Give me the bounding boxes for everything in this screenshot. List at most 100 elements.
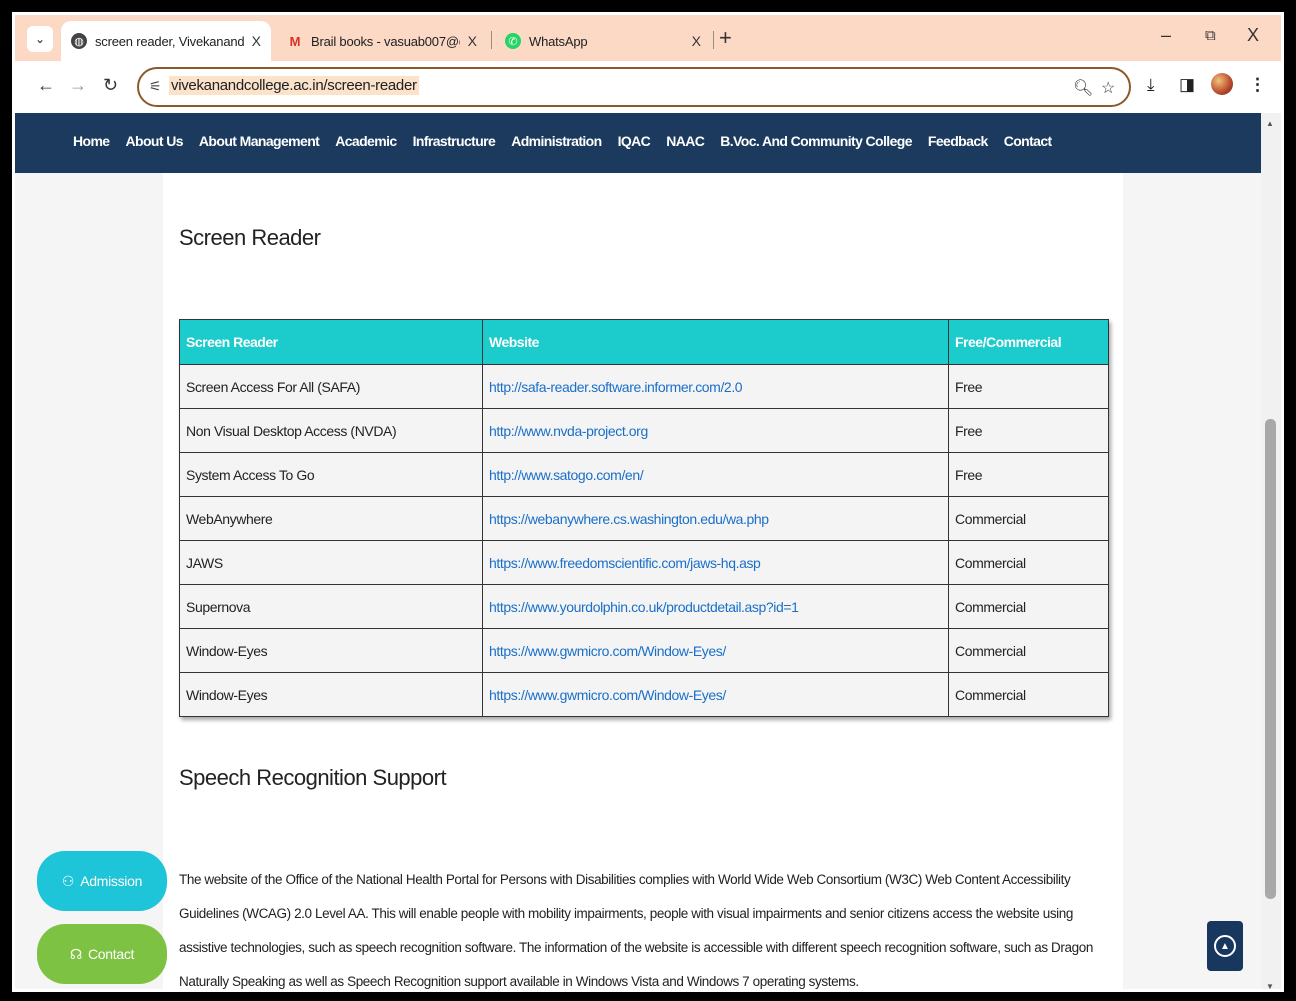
column-header: Screen Reader (179, 319, 483, 365)
url-text[interactable]: vivekanandcollege.ac.in/screen-reader (169, 76, 419, 95)
website-link[interactable]: http://www.nvda-project.org (482, 408, 949, 453)
website-link[interactable]: http://www.satogo.com/en/ (482, 452, 949, 497)
table-row: Non Visual Desktop Access (NVDA) http://w… (179, 408, 1109, 453)
scroll-down-arrow-icon[interactable]: ▼ (1266, 982, 1274, 989)
reader-name-cell: Window-Eyes (179, 672, 483, 717)
tab-whatsapp[interactable]: ✆ WhatsApp X (495, 21, 711, 61)
reader-name-cell: WebAnywhere (179, 496, 483, 541)
page-title: Screen Reader (179, 225, 321, 250)
close-window-button[interactable]: X (1247, 25, 1259, 46)
close-tab-icon[interactable]: X (252, 33, 261, 49)
tab-screen-reader[interactable]: ◍ screen reader, Vivekanand Colle X (61, 21, 271, 61)
scroll-up-arrow-icon[interactable]: ▲ (1266, 119, 1274, 128)
screen-reader-table: Screen Reader Website Free/Commercial Sc… (179, 319, 1109, 717)
license-cell: Free (948, 364, 1109, 409)
download-icon[interactable]: ⤓ (1147, 75, 1155, 95)
zoom-icon[interactable]: 🔍︎ (1073, 78, 1093, 98)
browser-window: ⌄ ◍ screen reader, Vivekanand Colle X M … (12, 12, 1284, 992)
license-cell: Free (948, 452, 1109, 497)
scroll-to-top-button[interactable]: ▲ (1207, 921, 1243, 971)
nav-item-about-management[interactable]: About Management (199, 133, 320, 149)
reader-name-cell: Non Visual Desktop Access (NVDA) (179, 408, 483, 453)
tab-gmail[interactable]: M Brail books - vasuab007@gmai X (277, 21, 487, 61)
license-cell: Commercial (948, 584, 1109, 629)
chevron-down-icon: ⌄ (34, 32, 46, 46)
website-link[interactable]: https://www.yourdolphin.co.uk/productdet… (482, 584, 949, 629)
table-row: Window-Eyes https://www.gwmicro.com/Windo… (179, 628, 1109, 673)
contact-button[interactable]: ☊ Contact (37, 924, 167, 984)
browser-toolbar: ← → ↻ ⚟ vivekanandcollege.ac.in/screen-r… (15, 61, 1281, 113)
tab-title: screen reader, Vivekanand Colle (95, 33, 244, 49)
new-tab-button[interactable]: + (719, 25, 732, 51)
website-link[interactable]: https://www.freedomscientific.com/jaws-h… (482, 540, 949, 585)
table-row: System Access To Go http://www.satogo.com… (179, 452, 1109, 497)
reader-name-cell: JAWS (179, 540, 483, 585)
globe-icon: ◍ (71, 33, 87, 49)
speech-recognition-text: The website of the Office of the Nationa… (179, 872, 1093, 989)
reader-name-cell: Screen Access For All (SAFA) (179, 364, 483, 409)
nav-item-contact[interactable]: Contact (1004, 133, 1053, 149)
nav-item-iqac[interactable]: IQAC (618, 133, 651, 149)
main-content: Screen Reader Screen Reader Website Free… (163, 173, 1123, 989)
tab-strip: ⌄ ◍ screen reader, Vivekanand Colle X M … (15, 15, 1281, 61)
website-link[interactable]: https://www.gwmicro.com/Window-Eyes/ (482, 628, 949, 673)
close-tab-icon[interactable]: X (468, 33, 477, 49)
bookmark-star-icon[interactable]: ☆ (1101, 78, 1115, 98)
nav-list: Home About Us About Management Academic Infr… (73, 133, 1068, 149)
license-cell: Commercial (948, 540, 1109, 585)
reload-icon[interactable]: ↻ (103, 75, 118, 96)
headset-icon: ☊ (69, 945, 82, 962)
forward-arrow-icon[interactable]: → (69, 75, 87, 96)
tab-title: Brail books - vasuab007@gmai (311, 33, 460, 49)
admission-button[interactable]: ⚇ Admission (37, 851, 167, 911)
tab-title: WhatsApp (529, 33, 588, 49)
scrollbar-thumb[interactable] (1265, 419, 1276, 899)
nav-item-academic[interactable]: Academic (335, 133, 397, 149)
nav-item-naac[interactable]: NAAC (666, 133, 705, 149)
website-link[interactable]: http://safa-reader.software.informer.com… (482, 364, 949, 409)
nav-item-about-us[interactable]: About Us (126, 133, 184, 149)
reader-name-cell: Window-Eyes (179, 628, 483, 673)
user-icon: ⚇ (61, 872, 75, 889)
restore-button[interactable]: ⧉ (1205, 27, 1216, 44)
nav-item-b-voc-and-community-college[interactable]: B.Voc. And Community College (720, 133, 912, 149)
menu-kebab-icon[interactable]: ⋮ (1249, 75, 1266, 95)
reader-name-cell: System Access To Go (179, 452, 483, 497)
reader-name-cell: Supernova (179, 584, 483, 629)
page-viewport: Home About Us About Management Academic Infr… (15, 113, 1261, 989)
nav-item-administration[interactable]: Administration (511, 133, 602, 149)
tab-search-button[interactable]: ⌄ (27, 26, 53, 52)
table-header-row: Screen Reader Website Free/Commercial (179, 319, 1109, 365)
site-navbar: Home About Us About Management Academic Infr… (15, 113, 1261, 173)
profile-avatar[interactable] (1211, 73, 1233, 95)
nav-item-infrastructure[interactable]: Infrastructure (413, 133, 496, 149)
close-tab-icon[interactable]: X (692, 33, 701, 49)
tab-separator (713, 31, 714, 49)
table-row: Screen Access For All (SAFA) http://safa-… (179, 364, 1109, 409)
nav-item-feedback[interactable]: Feedback (928, 133, 988, 149)
tab-separator (491, 31, 492, 49)
speech-recognition-heading: Speech Recognition Support (179, 765, 447, 790)
minimize-button[interactable]: – (1161, 25, 1171, 46)
license-cell: Commercial (948, 628, 1109, 673)
table-row: WebAnywhere https://webanywhere.cs.washin… (179, 496, 1109, 541)
table-row: Supernova https://www.yourdolphin.co.uk/p… (179, 584, 1109, 629)
address-bar[interactable]: ⚟ vivekanandcollege.ac.in/screen-reader … (137, 67, 1131, 107)
site-info-icon[interactable]: ⚟ (149, 78, 162, 95)
license-cell: Commercial (948, 496, 1109, 541)
side-panel-icon[interactable]: ◨ (1179, 75, 1195, 95)
website-link[interactable]: https://www.gwmicro.com/Window-Eyes/ (482, 672, 949, 717)
admission-label: Admission (80, 873, 143, 889)
license-cell: Commercial (948, 672, 1109, 717)
contact-label: Contact (87, 946, 135, 962)
gmail-icon: M (289, 33, 301, 49)
page-scrollbar[interactable]: ▲ ▼ (1261, 113, 1281, 989)
website-link[interactable]: https://webanywhere.cs.washington.edu/wa… (482, 496, 949, 541)
license-cell: Free (948, 408, 1109, 453)
whatsapp-icon: ✆ (505, 33, 521, 49)
table-row: JAWS https://www.freedomscientific.com/ja… (179, 540, 1109, 585)
table-row: Window-Eyes https://www.gwmicro.com/Windo… (179, 672, 1109, 717)
column-header: Website (482, 319, 949, 365)
nav-item-home[interactable]: Home (73, 133, 110, 149)
back-arrow-icon[interactable]: ← (37, 75, 55, 96)
